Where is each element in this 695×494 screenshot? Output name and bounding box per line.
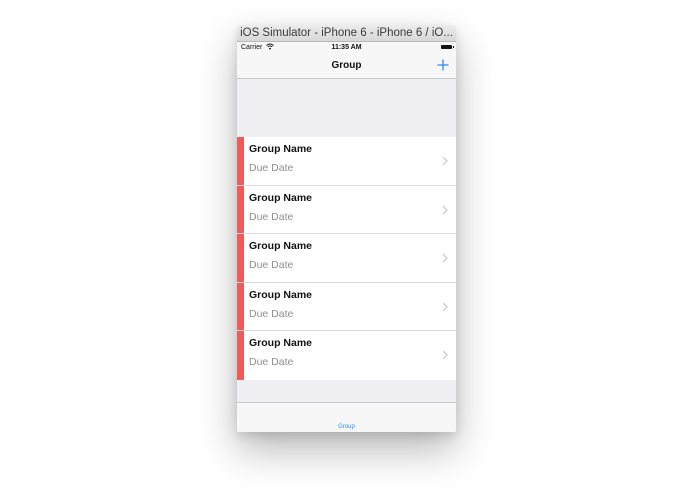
- group-row[interactable]: Group Name Due Date: [237, 282, 456, 331]
- group-row[interactable]: Group Name Due Date: [237, 234, 456, 283]
- chevron-right-icon: [442, 350, 448, 360]
- window-title: iOS Simulator - iPhone 6 - iPhone 6 / iO…: [237, 25, 456, 42]
- row-color-stripe: [237, 331, 244, 380]
- group-row[interactable]: Group Name Due Date: [237, 185, 456, 234]
- tab-bar: Group: [237, 402, 456, 432]
- tab-group[interactable]: Group: [237, 423, 456, 431]
- due-date-label: Due Date: [249, 162, 294, 174]
- group-name-label: Group Name: [249, 288, 313, 301]
- due-date-label: Due Date: [249, 210, 294, 223]
- add-group-button[interactable]: [436, 58, 450, 72]
- due-date-label: Due Date: [249, 259, 294, 271]
- row-color-stripe: [237, 185, 244, 233]
- group-list: Group Name Due Date Group Name Due Date Grou…: [237, 137, 456, 380]
- group-name-label: Group Name: [249, 191, 313, 204]
- plus-icon: [437, 59, 449, 71]
- simulator-window: iOS Simulator - iPhone 6 - iPhone 6 / iO…: [237, 25, 456, 432]
- chevron-right-icon: [442, 302, 448, 311]
- group-row[interactable]: Group Name Due Date: [237, 137, 456, 186]
- group-name-label: Group Name: [249, 240, 313, 252]
- row-color-stripe: [237, 282, 244, 330]
- group-row[interactable]: Group Name Due Date: [237, 331, 456, 380]
- status-time: 11:35 AM: [331, 44, 362, 51]
- row-color-stripe: [237, 137, 244, 185]
- chevron-right-icon: [442, 253, 448, 263]
- navigation-bar: Group: [237, 53, 456, 79]
- due-date-label: Due Date: [249, 307, 294, 320]
- group-name-label: Group Name: [249, 143, 313, 155]
- battery-icon: [441, 45, 454, 49]
- chevron-right-icon: [442, 156, 448, 166]
- nav-title: Group: [331, 60, 362, 71]
- row-color-stripe: [237, 234, 244, 282]
- due-date-label: Due Date: [249, 356, 294, 368]
- group-name-label: Group Name: [249, 337, 313, 349]
- status-bar: Carrier 11:35 AM: [237, 42, 456, 53]
- chevron-right-icon: [442, 205, 448, 214]
